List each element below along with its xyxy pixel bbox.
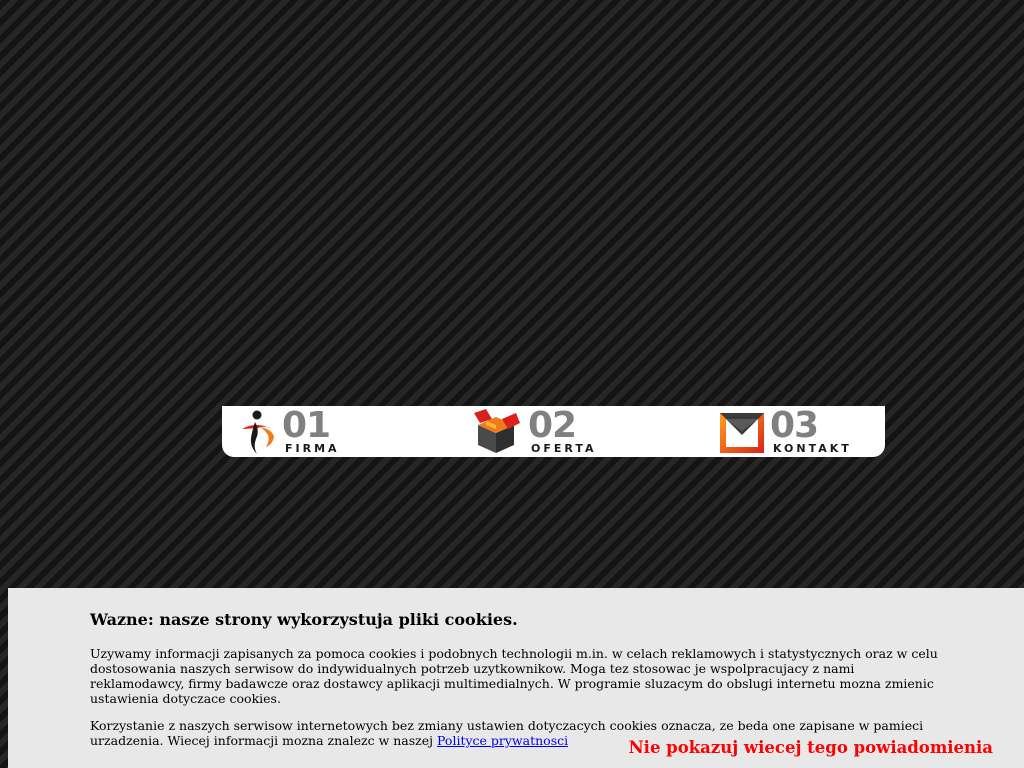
nav-label: KONTAKT: [773, 442, 852, 455]
cookie-title: Wazne: nasze strony wykorzystuja pliki c…: [90, 610, 518, 629]
nav-label: FIRMA: [285, 442, 340, 455]
dismiss-cookie-button[interactable]: Nie pokazuj wiecej tego powiadomienia: [629, 738, 993, 758]
cookie-banner: Wazne: nasze strony wykorzystuja pliki c…: [8, 588, 1024, 768]
person-icon: [238, 409, 288, 455]
nav-label: OFERTA: [531, 442, 597, 455]
nav-number: 03: [770, 406, 819, 446]
nav-item-kontakt[interactable]: 03 KONTAKT: [718, 406, 885, 457]
cookie-info-paragraph: Uzywamy informacji zapisanych za pomoca …: [90, 646, 938, 706]
nav-number: 01: [282, 406, 331, 446]
nav-number: 02: [528, 406, 577, 446]
main-navigation: 01 FIRMA 02 OFERTA 03 KONTAKT: [222, 406, 885, 457]
envelope-icon: [718, 409, 768, 455]
nav-item-oferta[interactable]: 02 OFERTA: [472, 406, 672, 457]
nav-item-firma[interactable]: 01 FIRMA: [238, 406, 438, 457]
privacy-policy-link[interactable]: Polityce prywatnosci: [437, 733, 568, 748]
open-box-icon: [472, 409, 522, 455]
